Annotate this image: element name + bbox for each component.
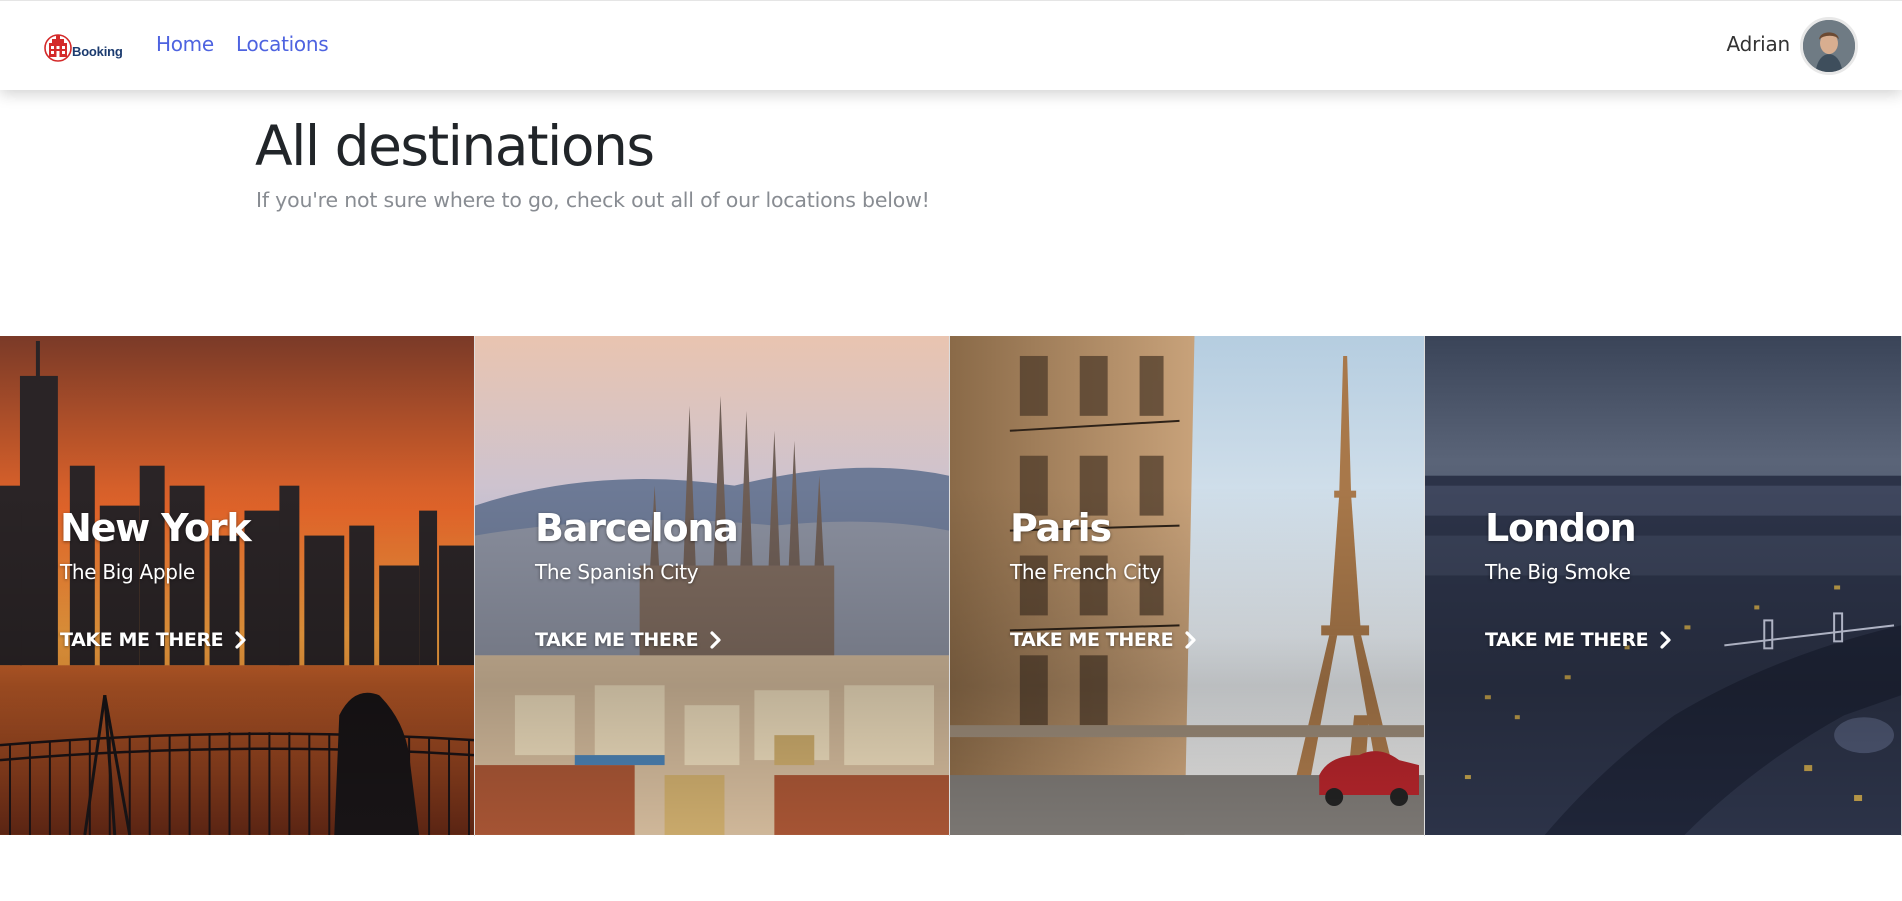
- card-overlay: [950, 336, 1424, 836]
- cta-label: TAKE ME THERE: [1010, 629, 1174, 651]
- destination-name: Paris: [1010, 506, 1112, 550]
- page-title: All destinations: [255, 114, 655, 178]
- chevron-right-icon: [235, 631, 246, 649]
- brand-logo[interactable]: Booking: [42, 30, 126, 64]
- cta-label: TAKE ME THERE: [1485, 629, 1649, 651]
- take-me-there-button-london[interactable]: TAKE ME THERE: [1485, 629, 1672, 651]
- brand-logo-text: Booking: [72, 43, 123, 59]
- destination-name: London: [1485, 506, 1637, 550]
- page-subtitle: If you're not sure where to go, check ou…: [256, 188, 930, 212]
- destination-card-new-york[interactable]: New York The Big Apple TAKE ME THERE: [0, 336, 475, 836]
- destination-cards: New York The Big Apple TAKE ME THERE Bar…: [0, 336, 1902, 836]
- take-me-there-button-barcelona[interactable]: TAKE ME THERE: [535, 629, 722, 651]
- destination-name: Barcelona: [535, 506, 739, 550]
- hotel-building-icon: [44, 34, 72, 62]
- chevron-right-icon: [1185, 631, 1196, 649]
- destination-card-paris[interactable]: Paris The French City TAKE ME THERE: [950, 336, 1425, 836]
- card-overlay: [0, 336, 474, 836]
- nav-link-locations[interactable]: Locations: [236, 32, 329, 56]
- cta-label: TAKE ME THERE: [535, 629, 699, 651]
- destination-tagline: The French City: [1010, 560, 1162, 584]
- destination-name: New York: [60, 506, 252, 550]
- take-me-there-button-new-york[interactable]: TAKE ME THERE: [60, 629, 247, 651]
- user-avatar[interactable]: [1800, 17, 1858, 75]
- user-name[interactable]: Adrian: [1726, 32, 1790, 56]
- chevron-right-icon: [1660, 631, 1671, 649]
- destination-card-london[interactable]: London The Big Smoke TAKE ME THERE: [1425, 336, 1902, 836]
- avatar-portrait-icon: [1803, 20, 1855, 72]
- nav-link-home[interactable]: Home: [156, 32, 214, 56]
- cta-label: TAKE ME THERE: [60, 629, 224, 651]
- top-navbar: Booking Home Locations Adrian: [0, 0, 1902, 90]
- destination-card-barcelona[interactable]: Barcelona The Spanish City TAKE ME THERE: [475, 336, 950, 836]
- card-overlay: [475, 336, 949, 836]
- destination-tagline: The Big Smoke: [1485, 560, 1631, 584]
- destination-tagline: The Big Apple: [60, 560, 195, 584]
- chevron-right-icon: [710, 631, 721, 649]
- destination-tagline: The Spanish City: [535, 560, 699, 584]
- take-me-there-button-paris[interactable]: TAKE ME THERE: [1010, 629, 1197, 651]
- card-overlay: [1425, 336, 1901, 836]
